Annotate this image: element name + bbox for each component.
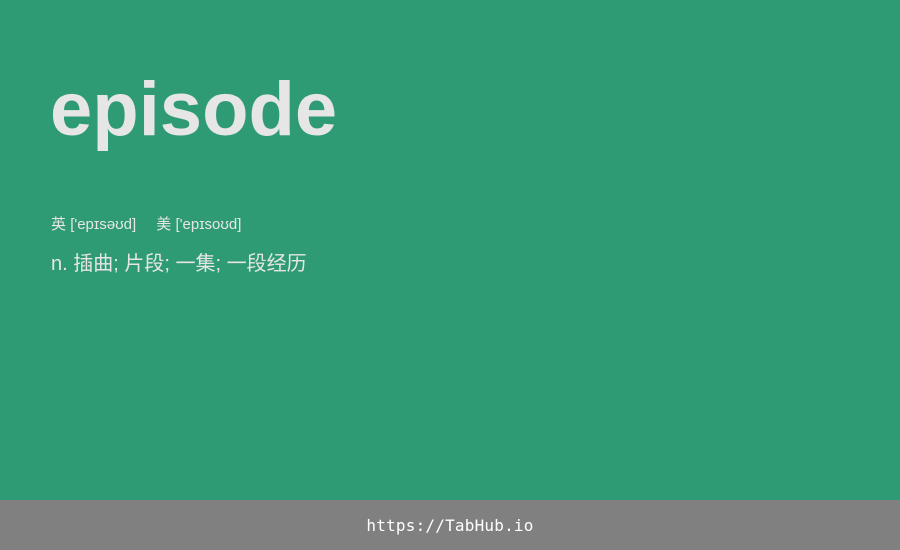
phonetics-row: 英 ['epɪsəʊd] 美 ['epɪsoʊd] [51, 213, 241, 234]
footer-bar: https://TabHub.io [0, 500, 900, 550]
word-title: episode [50, 67, 338, 152]
us-phonetic: 美 ['epɪsoʊd] [156, 213, 241, 234]
us-phonetic-label: 美 [156, 216, 172, 233]
us-phonetic-ipa: ['epɪsoʊd] [175, 216, 242, 233]
uk-phonetic-label: 英 [51, 216, 67, 233]
uk-phonetic-ipa: ['epɪsəʊd] [70, 216, 137, 233]
uk-phonetic: 英 ['epɪsəʊd] [51, 213, 136, 234]
word-card: episode 英 ['epɪsəʊd] 美 ['epɪsoʊd] n. 插曲;… [0, 0, 900, 500]
footer-link[interactable]: https://TabHub.io [366, 516, 533, 535]
word-definition: n. 插曲; 片段; 一集; 一段经历 [51, 253, 307, 275]
